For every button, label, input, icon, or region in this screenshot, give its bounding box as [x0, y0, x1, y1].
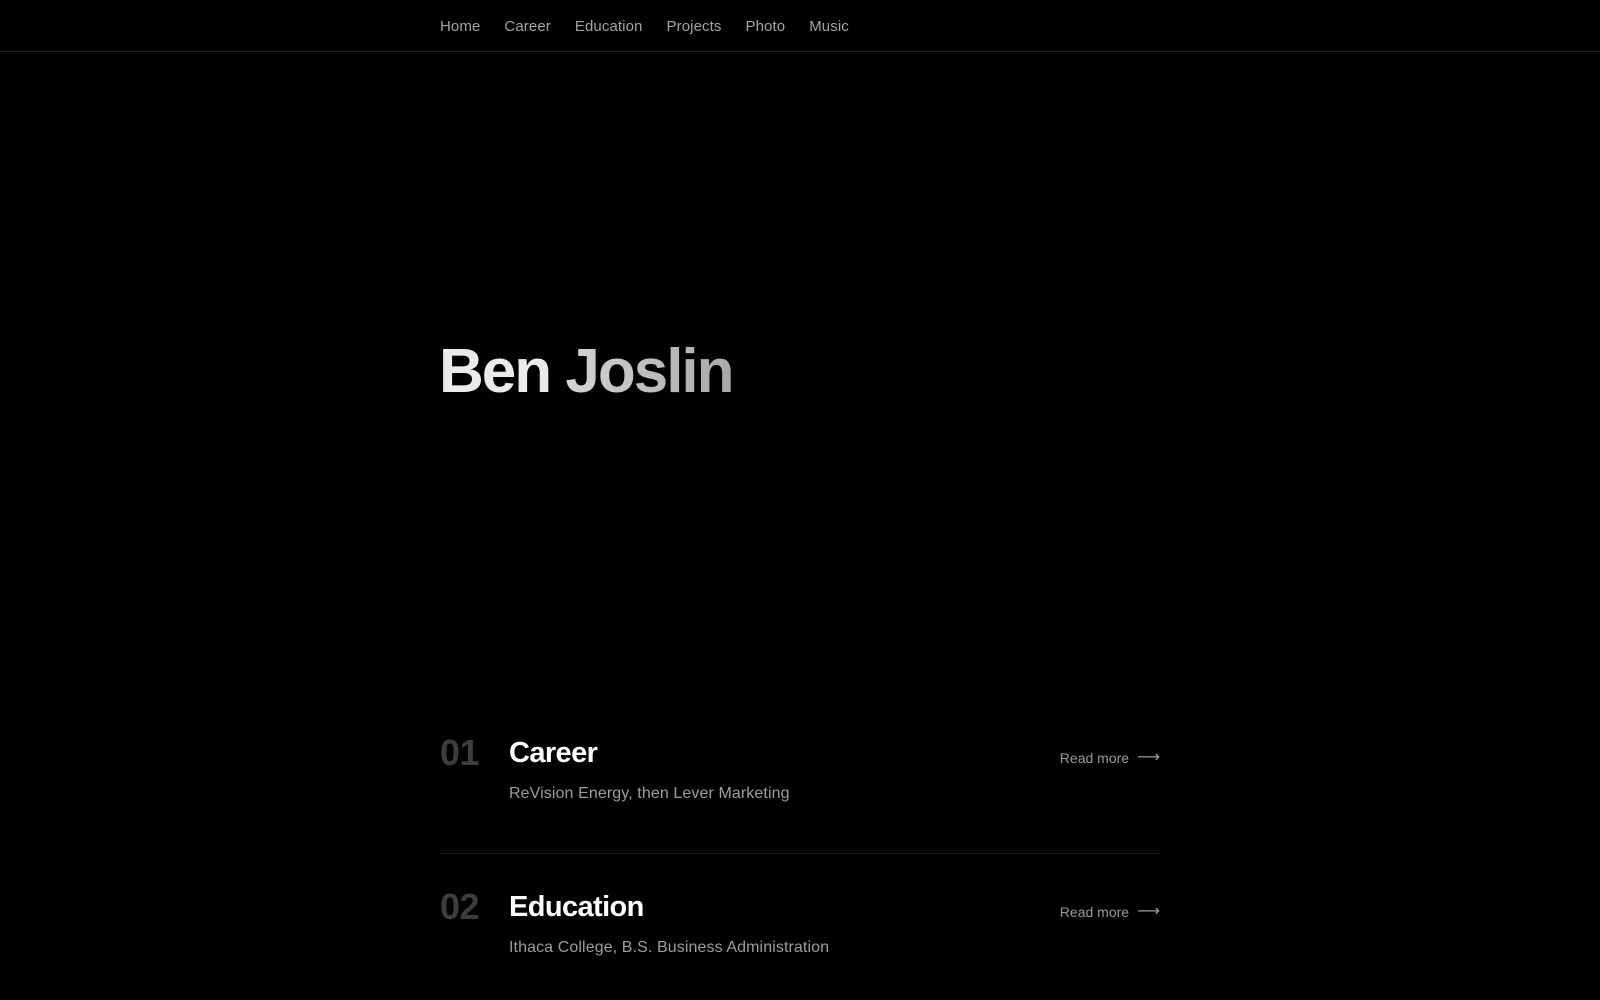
read-more-label: Read more: [1059, 750, 1130, 766]
section-number: 02: [440, 886, 480, 927]
read-more-link[interactable]: Read more ⟶: [1059, 903, 1160, 921]
nav-link-home[interactable]: Home: [440, 18, 480, 35]
nav-link-career[interactable]: Career: [504, 18, 550, 35]
nav-link-photo[interactable]: Photo: [746, 18, 786, 35]
hero-title: Ben Joslin: [439, 332, 735, 412]
section-row-career[interactable]: 01 Career ReVision Energy, then Lever Ma…: [440, 700, 1160, 854]
nav-link-education[interactable]: Education: [575, 18, 643, 35]
page: Home Career Education Projects Photo Mus…: [0, 0, 1600, 1000]
hero-first-name: Ben: [439, 337, 552, 406]
arrow-right-icon: ⟶: [1137, 749, 1160, 766]
section-description: Ithaca College, B.S. Business Administra…: [509, 939, 830, 956]
nav-link-music[interactable]: Music: [809, 18, 849, 35]
read-more-link[interactable]: Read more ⟶: [1059, 749, 1160, 767]
hero-last-name: Joslin: [565, 337, 734, 406]
section-title: Education: [509, 891, 644, 923]
nav-links: Home Career Education Projects Photo Mus…: [440, 0, 849, 52]
section-number: 01: [440, 732, 480, 773]
nav-link-projects[interactable]: Projects: [667, 18, 722, 35]
top-navigation: Home Career Education Projects Photo Mus…: [0, 0, 1600, 52]
read-more-label: Read more: [1059, 904, 1130, 920]
section-description: ReVision Energy, then Lever Marketing: [509, 785, 790, 802]
arrow-right-icon: ⟶: [1137, 903, 1160, 920]
section-row-education[interactable]: 02 Education Ithaca College, B.S. Busine…: [440, 854, 1160, 1000]
section-title: Career: [509, 737, 598, 769]
section-list: 01 Career ReVision Energy, then Lever Ma…: [440, 700, 1160, 1000]
